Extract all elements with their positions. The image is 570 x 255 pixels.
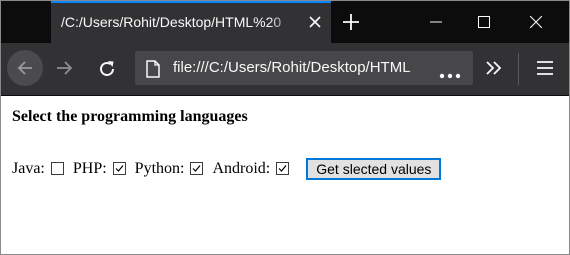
more-icon — [439, 73, 461, 79]
checkmark-icon — [115, 164, 124, 172]
page-content: Select the programming languages Java: P… — [1, 96, 569, 254]
python-label: Python: — [134, 160, 185, 177]
maximize-icon — [478, 16, 490, 28]
close-window-button[interactable] — [513, 1, 559, 43]
minimize-icon — [430, 21, 442, 23]
tab-title: /C:/Users/Rohit/Desktop/HTML%20 — [61, 14, 282, 30]
android-label: Android: — [212, 160, 271, 177]
java-label: Java: — [12, 160, 45, 177]
minimize-button[interactable] — [413, 1, 459, 43]
php-label: PHP: — [72, 160, 107, 177]
url-bar[interactable]: file:///C:/Users/Rohit/Desktop/HTML — [135, 51, 473, 85]
browser-window: /C:/Users/Rohit/Desktop/HTML%20 file:///… — [0, 0, 570, 255]
reload-icon[interactable] — [97, 59, 117, 84]
java-checkbox[interactable] — [50, 161, 64, 175]
arrow-left-icon — [17, 61, 32, 75]
arrow-right-icon[interactable] — [55, 59, 75, 82]
get-selected-values-button[interactable]: Get slected values — [306, 158, 442, 180]
url-text[interactable]: file:///C:/Users/Rohit/Desktop/HTML — [173, 59, 431, 76]
maximize-button[interactable] — [461, 1, 507, 43]
page-heading: Select the programming languages — [12, 108, 248, 125]
language-form: Java: PHP: Python: Android: Get slected … — [12, 157, 442, 181]
page-actions-button[interactable] — [439, 66, 461, 84]
python-checkbox[interactable] — [190, 161, 204, 175]
android-checkbox[interactable] — [276, 161, 290, 175]
plus-icon[interactable] — [342, 13, 360, 31]
active-tab[interactable]: /C:/Users/Rohit/Desktop/HTML%20 — [51, 1, 331, 43]
close-icon — [530, 16, 542, 28]
toolbar-separator — [518, 53, 519, 85]
chevrons-right-icon[interactable] — [485, 60, 503, 81]
checkmark-icon — [193, 164, 201, 172]
title-bar: /C:/Users/Rohit/Desktop/HTML%20 — [1, 1, 569, 43]
back-button[interactable] — [7, 50, 43, 86]
php-checkbox[interactable] — [112, 161, 126, 175]
close-icon[interactable] — [308, 15, 322, 29]
navigation-toolbar: file:///C:/Users/Rohit/Desktop/HTML — [1, 43, 569, 96]
checkmark-icon — [278, 164, 287, 172]
page-icon — [145, 60, 161, 83]
hamburger-icon[interactable] — [536, 60, 554, 81]
